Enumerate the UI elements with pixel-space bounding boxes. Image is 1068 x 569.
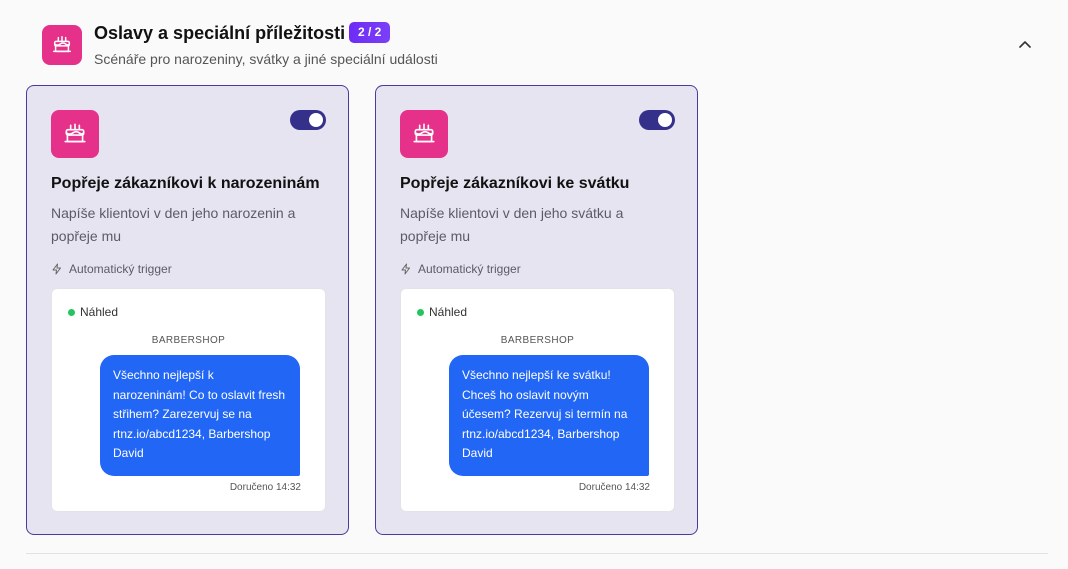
toggle-knob [309,113,323,127]
lightning-icon [52,263,61,275]
card-description: Napíše klientovi v den jeho svátku a pop… [400,205,624,244]
scenario-card-nameday[interactable]: Popřeje zákazníkovi ke svátku Napíše kli… [375,85,698,535]
delivery-status: Doručeno 14:32 [578,482,650,493]
trigger-type: Automatický trigger [400,261,521,277]
enable-toggle[interactable] [290,110,326,130]
preview-label-text: Náhled [429,305,468,319]
message-bubble: Všechno nejlepší k narozeninám! Co to os… [100,355,300,476]
trigger-label: Automatický trigger [418,262,521,276]
status-dot [68,308,75,316]
enable-toggle[interactable] [639,110,675,130]
cake-icon [42,25,82,65]
section-subtitle: Scénáře pro narozeniny, svátky a jiné sp… [94,51,438,67]
scenario-card-birthday[interactable]: Popřeje zákazníkovi k narozeninám Napíše… [26,85,349,535]
preview-label: Náhled [417,305,467,319]
delivery-status: Doručeno 14:32 [229,482,301,493]
trigger-type: Automatický trigger [51,261,172,277]
message-bubble: Všechno nejlepší ke svátku! Chceš ho osl… [449,355,649,476]
section-header: Oslavy a speciální příležitosti 2 / 2 Sc… [42,22,1042,72]
card-title: Popřeje zákazníkovi k narozeninám [51,175,320,192]
card-title: Popřeje zákazníkovi ke svátku [400,175,630,192]
chevron-up-icon[interactable] [1018,37,1032,51]
preview-label-text: Náhled [80,305,119,319]
lightning-icon [401,263,410,275]
card-description: Napíše klientovi v den jeho narozenin a … [51,205,296,244]
sender-name: BARBERSHOP [151,335,226,346]
cake-icon [400,110,448,158]
count-badge: 2 / 2 [349,22,391,43]
message-preview: Náhled BARBERSHOP Všechno nejlepší k nar… [51,288,326,512]
status-dot [417,308,424,316]
section-title: Oslavy a speciální příležitosti [94,23,346,43]
preview-label: Náhled [68,305,118,319]
toggle-knob [658,113,672,127]
trigger-label: Automatický trigger [69,262,172,276]
section-divider [26,553,1048,554]
message-preview: Náhled BARBERSHOP Všechno nejlepší ke sv… [400,288,675,512]
sender-name: BARBERSHOP [500,335,575,346]
cake-icon [51,110,99,158]
